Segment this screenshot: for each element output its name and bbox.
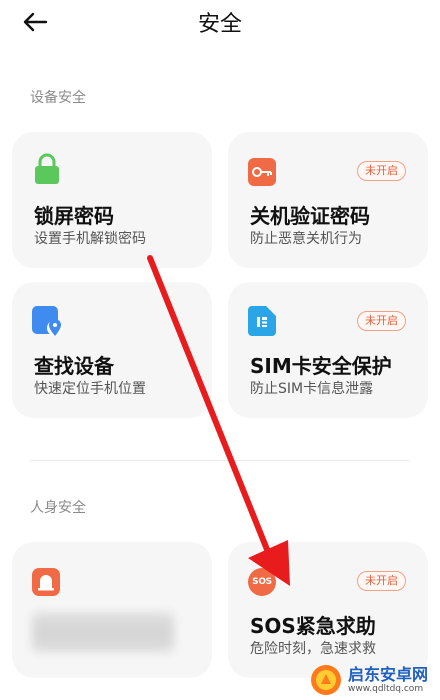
key-icon (248, 158, 276, 186)
card-title: SIM卡安全保护 (250, 354, 392, 378)
card-shutdown-verify-password[interactable]: 未开启 关机验证密码 防止恶意关机行为 (228, 132, 428, 268)
find-device-icon (32, 306, 63, 336)
watermark-text: 启东安卓网 www.qdltdq.com (348, 665, 429, 695)
card-title: 锁屏密码 (34, 204, 114, 228)
card-lock-screen-password[interactable]: 锁屏密码 设置手机解锁密码 (12, 132, 212, 268)
card-description: 防止SIM卡信息泄露 (250, 381, 374, 397)
card-description: 防止恶意关机行为 (250, 231, 362, 247)
card-title: SOS紧急求助 (250, 614, 376, 638)
watermark-shield-icon (311, 665, 341, 695)
card-description: 快速定位手机位置 (34, 381, 146, 397)
status-badge: 未开启 (357, 311, 406, 331)
section-divider (30, 460, 410, 461)
watermark-main: 启东安卓网 (348, 665, 429, 684)
card-sos-emergency[interactable]: SOS 未开启 SOS紧急求助 危险时刻，急速求救 (228, 542, 428, 678)
alert-bell-icon (32, 568, 60, 596)
blurred-text (32, 612, 174, 652)
watermark-logo: 启东安卓网 www.qdltdq.com (310, 660, 440, 700)
card-blurred-feature[interactable] (12, 542, 212, 678)
page-title: 安全 (197, 12, 242, 37)
status-badge: 未开启 (357, 161, 406, 181)
sos-icon-label: SOS (252, 577, 272, 587)
card-sim-security[interactable]: 未开启 SIM卡安全保护 防止SIM卡信息泄露 (228, 282, 428, 418)
section-label-personal-safety: 人身安全 (30, 500, 86, 516)
section-label-device-security: 设备安全 (30, 90, 86, 106)
status-badge: 未开启 (357, 571, 406, 591)
sim-card-icon (248, 306, 276, 336)
sos-icon: SOS (248, 568, 276, 596)
watermark-url: www.qdltdq.com (348, 684, 424, 694)
card-title: 关机验证密码 (250, 204, 370, 228)
lock-icon (35, 153, 59, 184)
header-bar: 安全 (0, 0, 440, 44)
card-title: 查找设备 (34, 354, 114, 378)
card-find-device[interactable]: 查找设备 快速定位手机位置 (12, 282, 212, 418)
card-description: 危险时刻，急速求救 (250, 641, 376, 657)
card-description: 设置手机解锁密码 (34, 231, 146, 247)
